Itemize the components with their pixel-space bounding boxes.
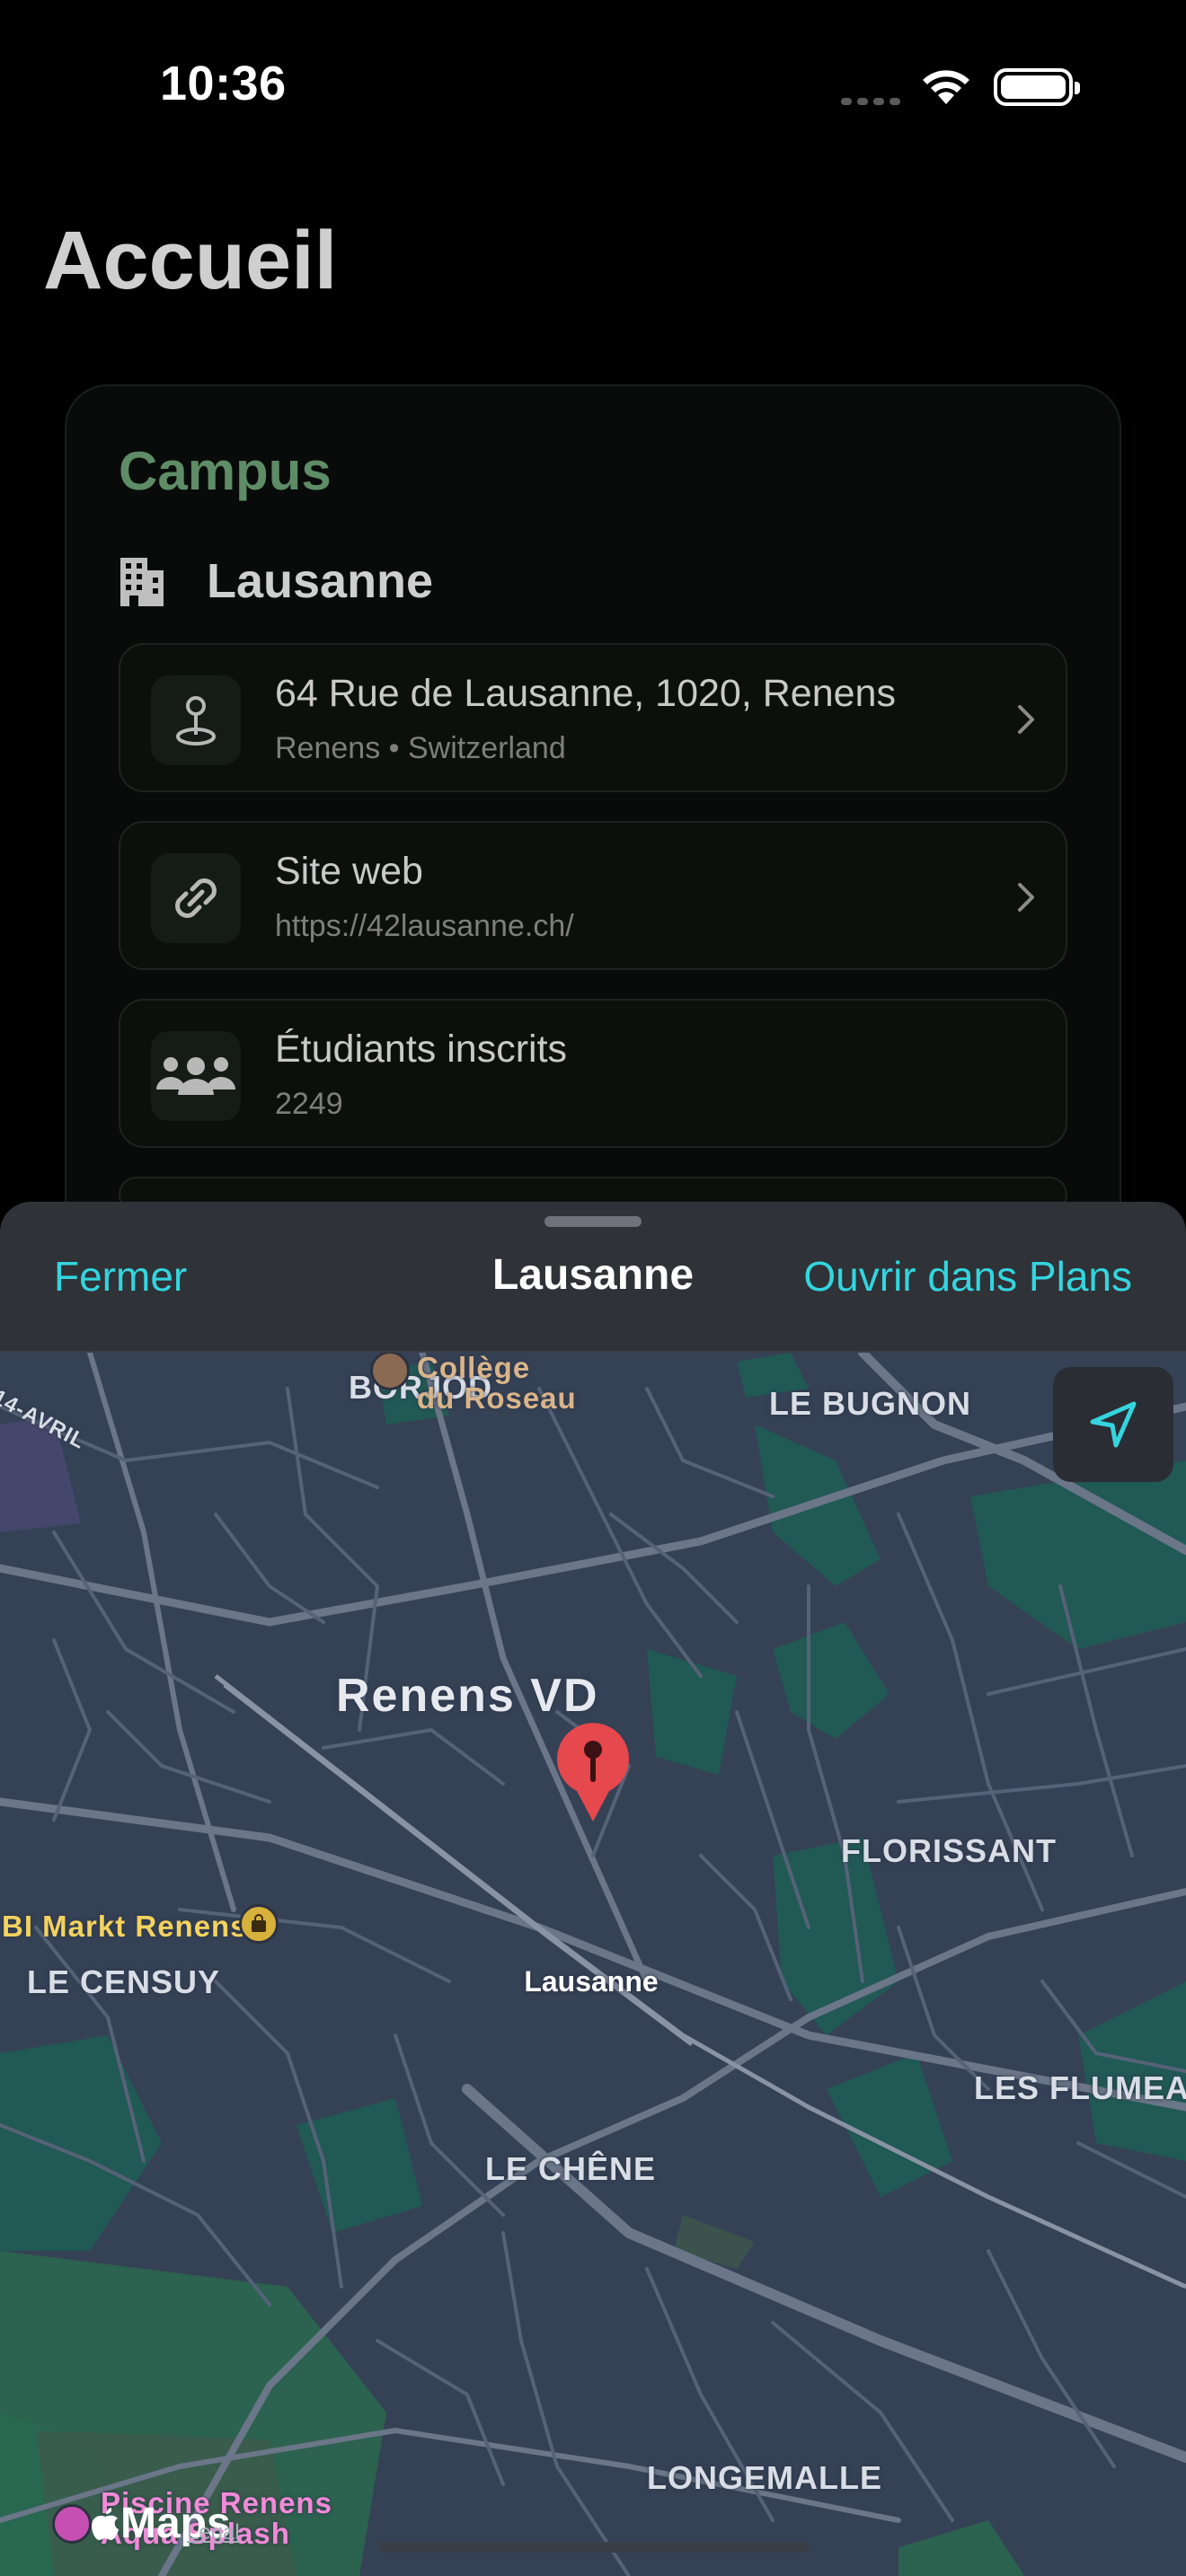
- sheet-grabber[interactable]: [544, 1216, 642, 1227]
- link-icon: [151, 853, 241, 943]
- chevron-right-icon: [1018, 883, 1034, 912]
- home-indicator: [377, 2542, 809, 2553]
- map-label-le-bugnon: LE BUGNON: [769, 1385, 971, 1422]
- students-count: 2249: [275, 1087, 343, 1121]
- locate-me-button[interactable]: [1053, 1367, 1173, 1482]
- poi-college-line2: du Roseau: [417, 1381, 577, 1415]
- map-label-longemalle: LONGEMALLE: [647, 2459, 882, 2496]
- legal-link[interactable]: Legal: [187, 2520, 240, 2545]
- apple-logo-icon: [92, 2507, 119, 2540]
- map-label-renens: Renens VD: [336, 1670, 599, 1722]
- address-row[interactable]: 64 Rue de Lausanne, 1020, Renens Renens …: [119, 643, 1067, 792]
- map-pin-marker-icon[interactable]: [553, 1723, 633, 1823]
- map-label-le-censuy: LE CENSUY: [27, 1963, 221, 2000]
- page-title: Accueil: [43, 215, 338, 306]
- students-row: Étudiants inscrits 2249: [119, 999, 1067, 1148]
- map-view[interactable]: BORJOD LE BUGNON 14-AVRIL Renens VD FLOR…: [0, 1353, 1186, 2576]
- location-arrow-icon: [1090, 1401, 1137, 1448]
- home-screen: Accueil Campus Lausanne 64 Rue de Lausan…: [0, 0, 1186, 1283]
- pin-label: Lausanne: [524, 1965, 659, 1998]
- campus-name-row: Lausanne: [119, 553, 433, 609]
- shopping-bag-icon[interactable]: [239, 1904, 279, 1944]
- campus-name: Lausanne: [207, 554, 434, 608]
- website-url: https://42lausanne.ch/: [275, 909, 574, 943]
- campus-card-heading: Campus: [119, 441, 332, 501]
- building-icon: [120, 558, 164, 606]
- website-title: Site web: [275, 850, 423, 893]
- poi-markt-label[interactable]: BI Markt Renens: [2, 1910, 248, 1944]
- sheet-header: Fermer Lausanne Ouvrir dans Plans: [0, 1202, 1186, 1353]
- address-title: 64 Rue de Lausanne, 1020, Renens: [275, 672, 896, 715]
- poi-college-label[interactable]: Collège du Roseau: [417, 1353, 577, 1414]
- map-pin-icon: [151, 675, 241, 765]
- open-in-maps-button[interactable]: Ouvrir dans Plans: [803, 1252, 1132, 1301]
- map-label-le-chene: LE CHÊNE: [485, 2150, 657, 2187]
- ferris-wheel-icon[interactable]: [52, 2504, 92, 2544]
- map-sheet: Fermer Lausanne Ouvrir dans Plans BORJOD…: [0, 1202, 1186, 2576]
- map-label-florissant: FLORISSANT: [841, 1832, 1057, 1869]
- school-icon[interactable]: [370, 1353, 410, 1390]
- poi-college-line1: Collège: [417, 1353, 531, 1384]
- map-label-les-flumeaux: LES FLUMEAUX: [974, 2069, 1186, 2106]
- people-icon: [151, 1031, 241, 1121]
- address-subtitle: Renens • Switzerland: [275, 731, 566, 765]
- students-title: Étudiants inscrits: [275, 1028, 568, 1071]
- website-row[interactable]: Site web https://42lausanne.ch/: [119, 821, 1067, 970]
- chevron-right-icon: [1018, 705, 1034, 734]
